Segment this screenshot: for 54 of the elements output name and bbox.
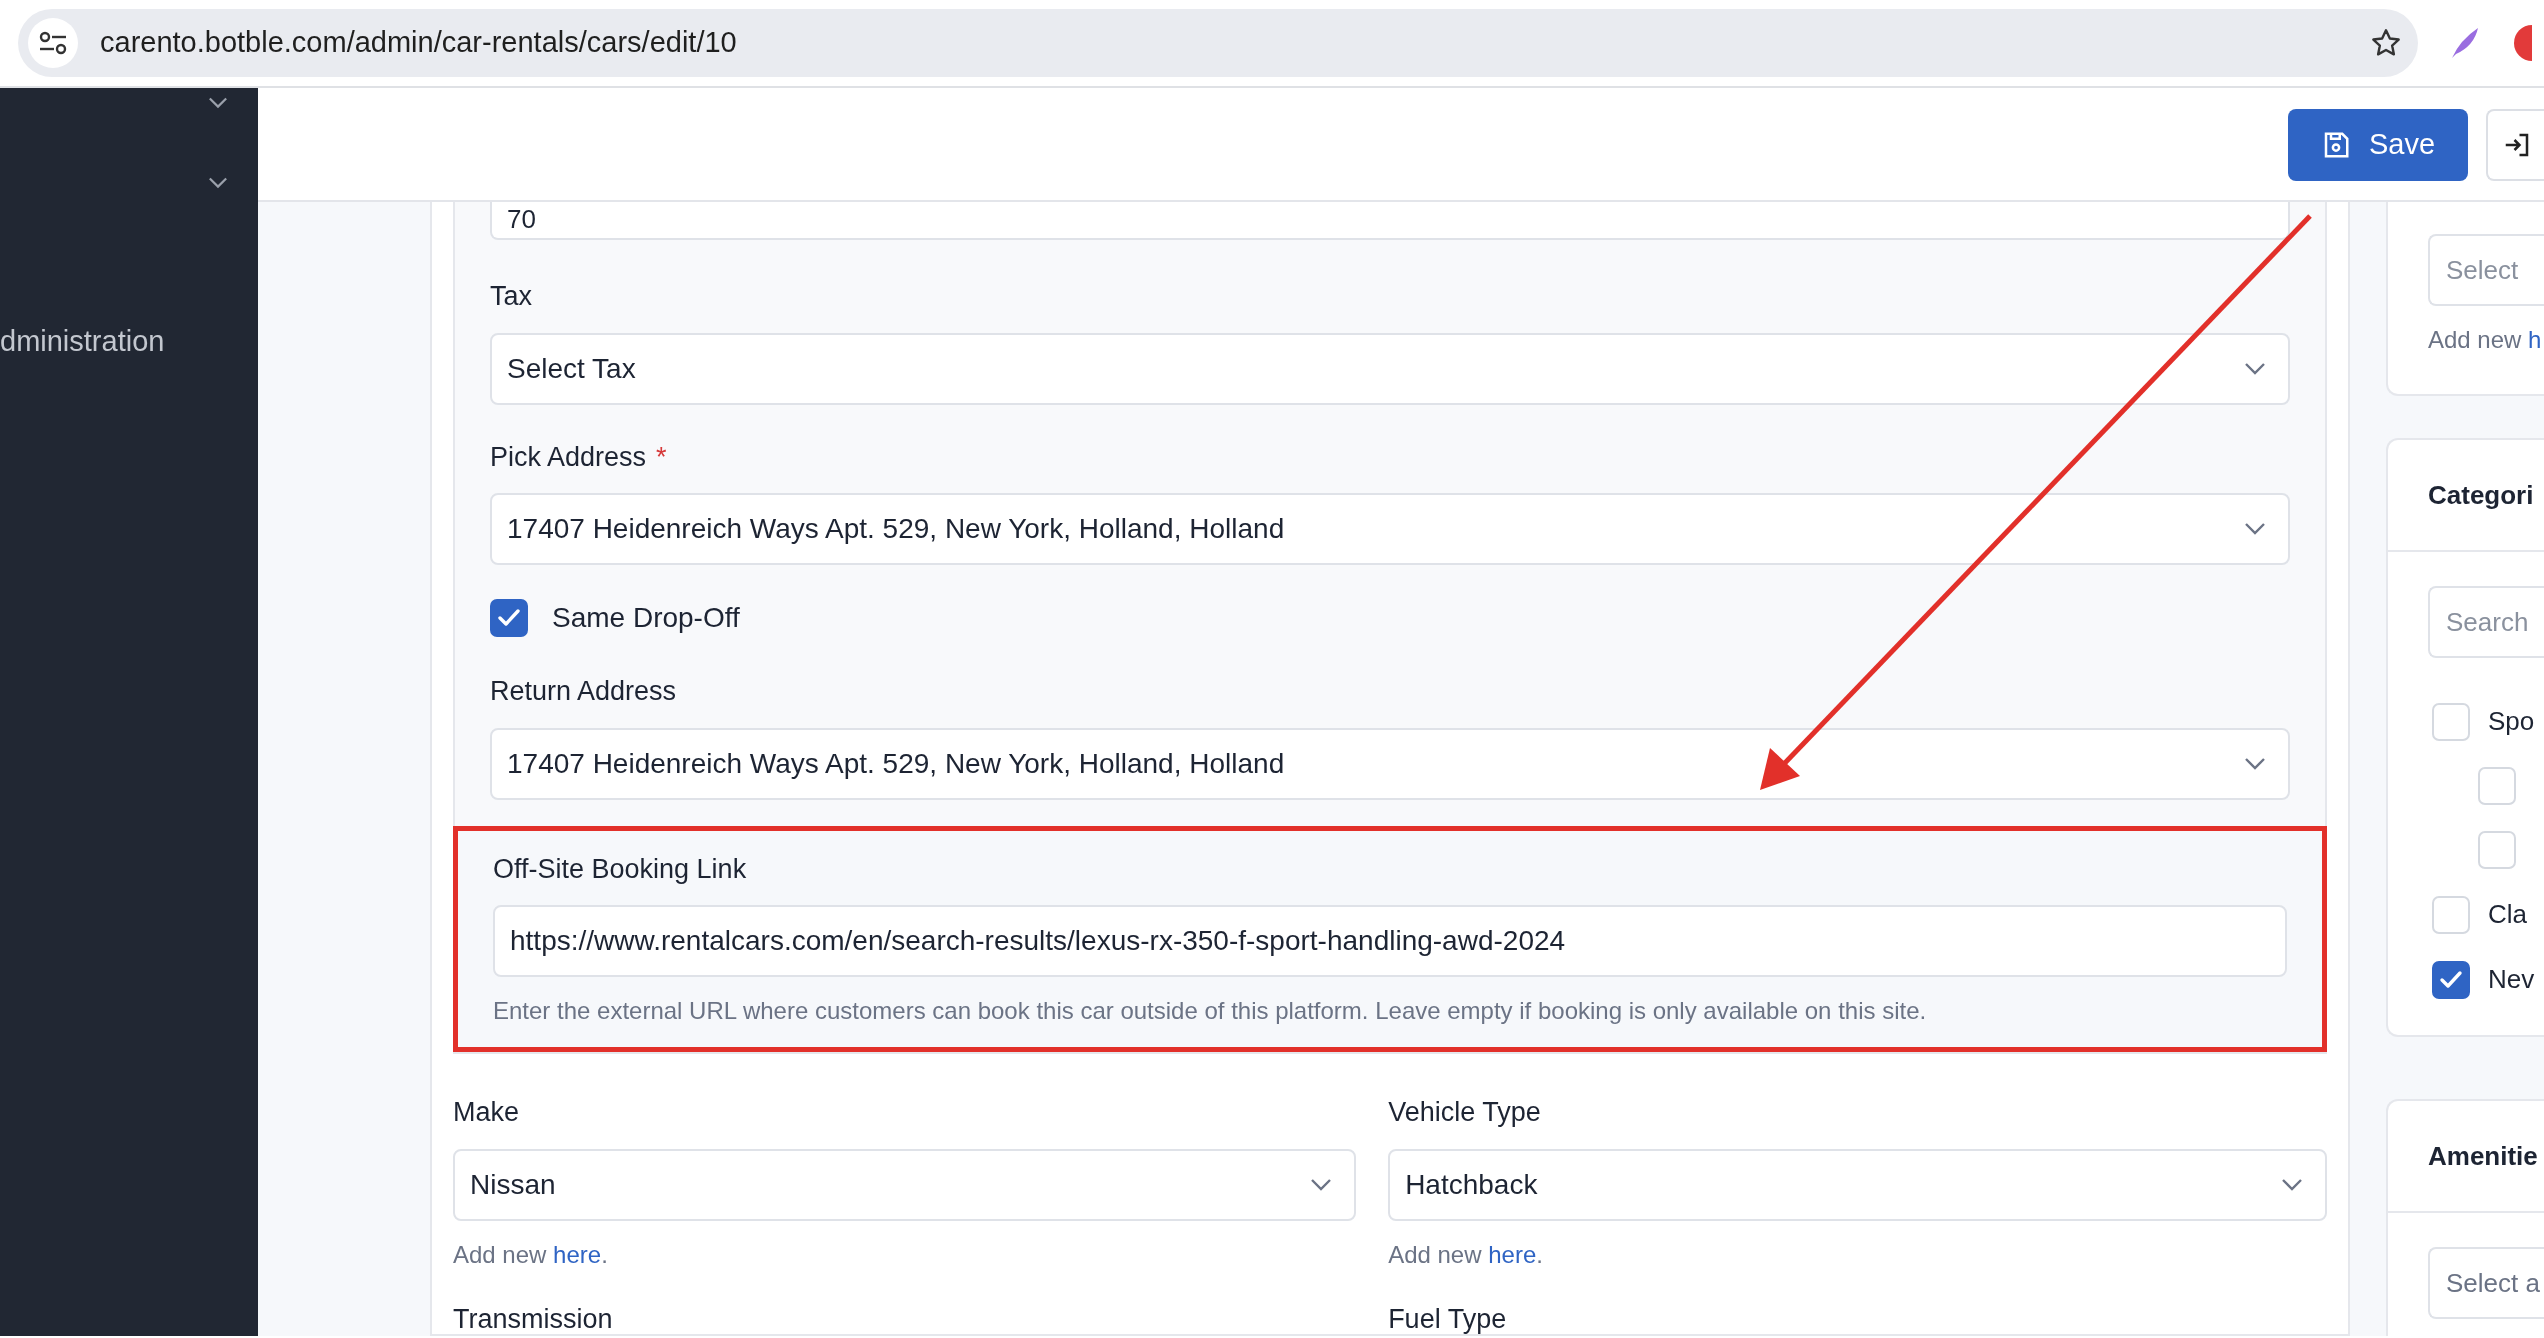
number-field[interactable]: 70 [490, 202, 2290, 240]
checkbox-label: Spo [2488, 705, 2535, 738]
field-label: Off-Site Booking Link [493, 852, 748, 886]
select-field[interactable]: Nissan [453, 1148, 1357, 1221]
here-link[interactable]: here [553, 1240, 602, 1268]
select-value: Select Tax [507, 351, 636, 386]
here-link[interactable]: here [1488, 1240, 1537, 1268]
checkbox-label: Cla [2488, 898, 2527, 931]
select-value: Nissan [470, 1167, 556, 1202]
select-field[interactable]: Select a [2428, 1247, 2544, 1319]
card-title: Amenitie [2388, 1101, 2544, 1213]
save-button[interactable]: Save [2288, 109, 2468, 181]
checkbox-label: Nev [2488, 963, 2535, 996]
extension-icon[interactable] [2512, 23, 2532, 63]
chevron-down-icon [2281, 1177, 2303, 1192]
select-field[interactable]: 17407 Heidenreich Ways Apt. 529, New York, Holland, Holland [490, 727, 2290, 800]
chevron-down-icon [2244, 756, 2266, 771]
field-label: Tax [490, 281, 533, 311]
url-input-field[interactable]: https://www.rentalcars.com/en/search-results/lexus-rx-350-f-sport-handling-awd-2024 [493, 905, 2287, 977]
chevron-down-icon [2244, 522, 2266, 536]
checkmark-icon [2439, 969, 2463, 990]
chevron-down-icon[interactable] [208, 96, 228, 110]
chevron-down-icon [1310, 1177, 1333, 1192]
card-title: Categori [2388, 440, 2544, 552]
help-text: Add new here. [453, 1239, 609, 1270]
field-label: Fuel Type [1388, 1302, 1508, 1336]
help-text: Add new h [2428, 325, 2543, 355]
checkbox-label: Same Drop-Off [552, 601, 740, 635]
help-text: Enter the external URL where customers can book this car outside of this platform. Leave empty if booking is only available on this site. [493, 996, 1928, 1026]
address-bar[interactable]: carento.botble.com/admin/car-rentals/cars/edit/10 [18, 9, 2418, 77]
select-field[interactable]: 17407 Heidenreich Ways Apt. 529, New York, Holland, Holland [490, 493, 2290, 565]
field-label: Transmission [453, 1302, 614, 1336]
select-value: 17407 Heidenreich Ways Apt. 529, New York, Holland, Holland [507, 746, 1285, 781]
field-label: Make [453, 1096, 521, 1129]
exit-button[interactable] [2486, 109, 2544, 181]
checkbox[interactable] [490, 599, 528, 637]
field-label: Pick Address [490, 441, 647, 472]
required-asterisk: * [656, 441, 667, 472]
url-text[interactable]: carento.botble.com/admin/car-rentals/cars/edit/10 [100, 21, 2348, 65]
field-label: Return Address [490, 676, 677, 706]
site-settings-icon[interactable] [28, 18, 78, 68]
chevron-down-icon [2244, 361, 2266, 376]
checkbox[interactable] [2432, 960, 2470, 999]
here-link[interactable]: h [2528, 326, 2542, 353]
chevron-down-icon[interactable] [208, 176, 228, 190]
checkmark-icon [497, 608, 521, 628]
select-field[interactable]: Select Tax [490, 332, 2290, 405]
sidebar-item[interactable]: dministration [0, 320, 165, 364]
help-text: Add new here. [1388, 1239, 1544, 1270]
select-field[interactable]: Hatchback [1388, 1148, 2327, 1221]
select-value: Hatchback [1405, 1167, 1538, 1202]
input-value: https://www.rentalcars.com/en/search-results/lexus-rx-350-f-sport-handling-awd-2024 [510, 924, 1566, 958]
select-value: 17407 Heidenreich Ways Apt. 529, New York, Holland, Holland [507, 512, 1285, 546]
field-label: Vehicle Type [1388, 1096, 1542, 1129]
